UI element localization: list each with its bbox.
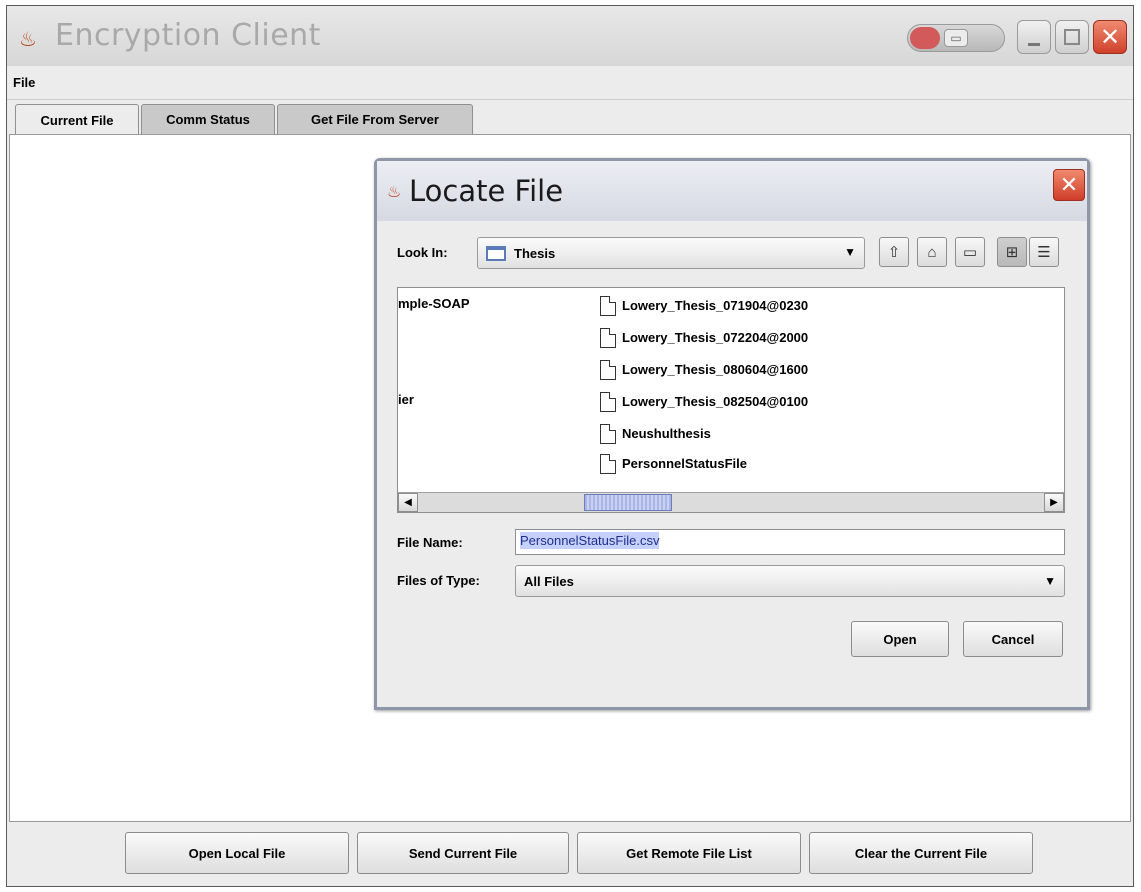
details-view-button[interactable]: ☰ xyxy=(1029,237,1059,267)
list-item[interactable]: PersonnelStatusFile xyxy=(622,456,747,471)
files-of-type-label: Files of Type: xyxy=(397,573,480,588)
minimize-button[interactable] xyxy=(1017,20,1051,54)
pill-window-icon: ▭ xyxy=(944,29,968,47)
open-local-file-button[interactable]: Open Local File xyxy=(125,832,349,874)
look-in-combo[interactable]: Thesis ▼ xyxy=(477,237,865,269)
files-of-type-combo[interactable]: All Files ▼ xyxy=(515,565,1065,597)
file-icon xyxy=(600,424,616,444)
maximize-icon xyxy=(1064,29,1080,45)
look-in-value: Thesis xyxy=(514,246,556,261)
file-icon xyxy=(600,296,616,316)
list-item[interactable]: Lowery_Thesis_071904@0230 xyxy=(622,298,808,313)
menu-file[interactable]: File xyxy=(13,75,35,90)
toolbar-toggle-button[interactable]: ▭ xyxy=(907,24,1005,52)
list-item[interactable]: mple-SOAP xyxy=(398,296,470,311)
window-title: Encryption Client xyxy=(55,18,321,53)
home-icon: ⌂ xyxy=(927,243,937,261)
close-button[interactable]: ✕ xyxy=(1093,20,1127,54)
file-name-value: PersonnelStatusFile.csv xyxy=(520,532,660,549)
tab-comm-status[interactable]: Comm Status xyxy=(141,104,275,134)
look-in-label: Look In: xyxy=(397,245,448,260)
get-remote-file-list-button[interactable]: Get Remote File List xyxy=(577,832,801,874)
chevron-down-icon: ▼ xyxy=(844,245,856,259)
files-of-type-value: All Files xyxy=(524,574,574,589)
list-item[interactable]: Lowery_Thesis_080604@1600 xyxy=(622,362,808,377)
scroll-right-arrow-icon[interactable]: ▶ xyxy=(1044,493,1064,512)
new-folder-button[interactable]: ▭ xyxy=(955,237,985,267)
scroll-left-arrow-icon[interactable]: ◀ xyxy=(398,493,418,512)
list-item[interactable]: Lowery_Thesis_082504@0100 xyxy=(622,394,808,409)
java-icon: ♨ xyxy=(387,184,402,201)
file-icon xyxy=(600,328,616,348)
list-item[interactable]: Lowery_Thesis_072204@2000 xyxy=(622,330,808,345)
menu-bar: File xyxy=(7,66,1133,100)
send-current-file-button[interactable]: Send Current File xyxy=(357,832,569,874)
dialog-title-bar[interactable]: ♨ Locate File ✕ xyxy=(377,161,1087,221)
new-folder-icon: ▭ xyxy=(962,244,978,261)
horizontal-scrollbar[interactable]: ◀ ▶ xyxy=(398,492,1064,512)
close-icon: ✕ xyxy=(1059,172,1079,197)
clear-current-file-button[interactable]: Clear the Current File xyxy=(809,832,1033,874)
folder-icon xyxy=(486,246,506,261)
cancel-button[interactable]: Cancel xyxy=(963,621,1063,657)
tab-get-file-from-server[interactable]: Get File From Server xyxy=(277,104,473,134)
file-icon xyxy=(600,454,616,474)
maximize-button[interactable] xyxy=(1055,20,1089,54)
file-list[interactable]: mple-SOAP ier Lowery_Thesis_071904@0230 … xyxy=(397,287,1065,513)
details-view-icon: ☰ xyxy=(1037,244,1051,261)
tab-current-file[interactable]: Current File xyxy=(15,104,139,135)
bottom-button-bar: Open Local File Send Current File Get Re… xyxy=(7,826,1133,886)
file-icon xyxy=(600,392,616,412)
pill-red-icon xyxy=(910,27,940,49)
java-icon: ♨ xyxy=(19,29,37,51)
list-view-icon: ⊞ xyxy=(1005,244,1019,261)
up-one-level-icon: ⇧ xyxy=(887,244,901,261)
list-view-button[interactable]: ⊞ xyxy=(997,237,1027,267)
dialog-close-button[interactable]: ✕ xyxy=(1053,169,1085,201)
list-item[interactable]: ier xyxy=(398,392,414,407)
minimize-icon xyxy=(1028,42,1040,46)
file-icon xyxy=(600,360,616,380)
file-name-field[interactable]: PersonnelStatusFile.csv xyxy=(515,529,1065,555)
up-one-level-button[interactable]: ⇧ xyxy=(879,237,909,267)
list-item[interactable]: Neushulthesis xyxy=(622,426,711,441)
chevron-down-icon: ▼ xyxy=(1044,574,1056,588)
dialog-title: Locate File xyxy=(409,174,564,208)
title-bar[interactable]: ♨ Encryption Client ▭ ✕ xyxy=(7,6,1133,66)
close-icon: ✕ xyxy=(1099,23,1121,51)
file-name-label: File Name: xyxy=(397,535,463,550)
home-button[interactable]: ⌂ xyxy=(917,237,947,267)
scroll-thumb[interactable] xyxy=(584,494,672,511)
open-button[interactable]: Open xyxy=(851,621,949,657)
locate-file-dialog: ♨ Locate File ✕ Look In: Thesis ▼ ⇧ ⌂ ▭ … xyxy=(374,158,1090,710)
